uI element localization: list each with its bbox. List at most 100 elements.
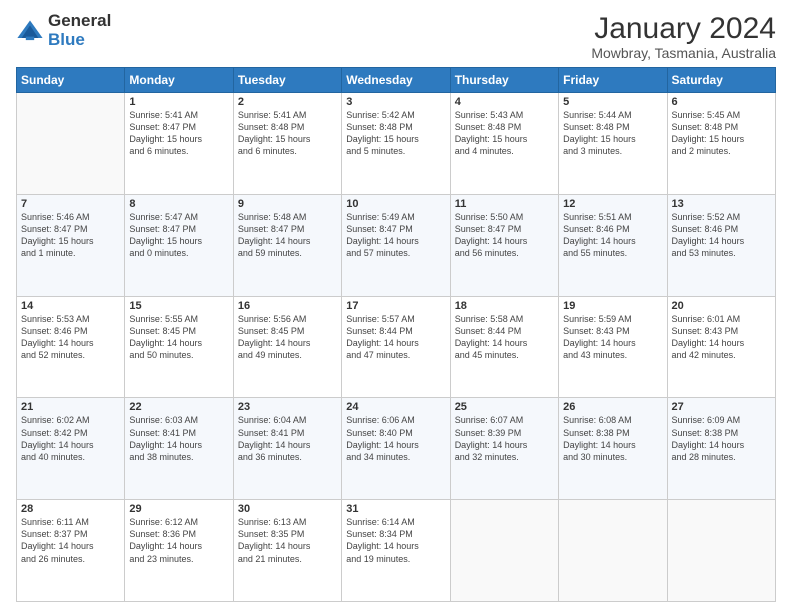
day-info: Sunrise: 5:52 AM Sunset: 8:46 PM Dayligh… bbox=[672, 211, 771, 260]
day-info: Sunrise: 6:13 AM Sunset: 8:35 PM Dayligh… bbox=[238, 516, 337, 565]
calendar-cell: 20Sunrise: 6:01 AM Sunset: 8:43 PM Dayli… bbox=[667, 296, 775, 398]
day-info: Sunrise: 6:07 AM Sunset: 8:39 PM Dayligh… bbox=[455, 414, 554, 463]
day-number: 18 bbox=[455, 300, 554, 312]
day-number: 11 bbox=[455, 198, 554, 210]
calendar-cell: 5Sunrise: 5:44 AM Sunset: 8:48 PM Daylig… bbox=[559, 93, 667, 195]
calendar-week-row: 7Sunrise: 5:46 AM Sunset: 8:47 PM Daylig… bbox=[17, 194, 776, 296]
day-info: Sunrise: 6:14 AM Sunset: 8:34 PM Dayligh… bbox=[346, 516, 445, 565]
calendar-cell: 28Sunrise: 6:11 AM Sunset: 8:37 PM Dayli… bbox=[17, 500, 125, 602]
day-number: 17 bbox=[346, 300, 445, 312]
calendar-cell: 24Sunrise: 6:06 AM Sunset: 8:40 PM Dayli… bbox=[342, 398, 450, 500]
day-number: 31 bbox=[346, 503, 445, 515]
day-number: 24 bbox=[346, 401, 445, 413]
day-info: Sunrise: 5:41 AM Sunset: 8:47 PM Dayligh… bbox=[129, 109, 228, 158]
day-number: 30 bbox=[238, 503, 337, 515]
day-info: Sunrise: 6:04 AM Sunset: 8:41 PM Dayligh… bbox=[238, 414, 337, 463]
header: General Blue January 2024 Mowbray, Tasma… bbox=[16, 12, 776, 61]
day-number: 3 bbox=[346, 96, 445, 108]
logo: General Blue bbox=[16, 12, 111, 49]
calendar-cell: 30Sunrise: 6:13 AM Sunset: 8:35 PM Dayli… bbox=[233, 500, 341, 602]
calendar-week-row: 28Sunrise: 6:11 AM Sunset: 8:37 PM Dayli… bbox=[17, 500, 776, 602]
day-info: Sunrise: 5:43 AM Sunset: 8:48 PM Dayligh… bbox=[455, 109, 554, 158]
calendar-header-row: Sunday Monday Tuesday Wednesday Thursday… bbox=[17, 68, 776, 93]
calendar-cell: 7Sunrise: 5:46 AM Sunset: 8:47 PM Daylig… bbox=[17, 194, 125, 296]
day-info: Sunrise: 5:57 AM Sunset: 8:44 PM Dayligh… bbox=[346, 313, 445, 362]
calendar-cell: 13Sunrise: 5:52 AM Sunset: 8:46 PM Dayli… bbox=[667, 194, 775, 296]
col-saturday: Saturday bbox=[667, 68, 775, 93]
calendar-cell: 27Sunrise: 6:09 AM Sunset: 8:38 PM Dayli… bbox=[667, 398, 775, 500]
calendar-cell: 2Sunrise: 5:41 AM Sunset: 8:48 PM Daylig… bbox=[233, 93, 341, 195]
day-number: 2 bbox=[238, 96, 337, 108]
day-number: 20 bbox=[672, 300, 771, 312]
day-info: Sunrise: 5:45 AM Sunset: 8:48 PM Dayligh… bbox=[672, 109, 771, 158]
day-info: Sunrise: 6:06 AM Sunset: 8:40 PM Dayligh… bbox=[346, 414, 445, 463]
logo-general: General bbox=[48, 12, 111, 31]
col-sunday: Sunday bbox=[17, 68, 125, 93]
calendar-cell: 26Sunrise: 6:08 AM Sunset: 8:38 PM Dayli… bbox=[559, 398, 667, 500]
calendar-cell: 11Sunrise: 5:50 AM Sunset: 8:47 PM Dayli… bbox=[450, 194, 558, 296]
day-info: Sunrise: 5:48 AM Sunset: 8:47 PM Dayligh… bbox=[238, 211, 337, 260]
calendar-cell bbox=[450, 500, 558, 602]
day-number: 10 bbox=[346, 198, 445, 210]
calendar-cell: 25Sunrise: 6:07 AM Sunset: 8:39 PM Dayli… bbox=[450, 398, 558, 500]
logo-text: General Blue bbox=[48, 12, 111, 49]
day-info: Sunrise: 6:08 AM Sunset: 8:38 PM Dayligh… bbox=[563, 414, 662, 463]
day-number: 28 bbox=[21, 503, 120, 515]
calendar-cell: 8Sunrise: 5:47 AM Sunset: 8:47 PM Daylig… bbox=[125, 194, 233, 296]
day-number: 4 bbox=[455, 96, 554, 108]
day-number: 13 bbox=[672, 198, 771, 210]
calendar-cell: 16Sunrise: 5:56 AM Sunset: 8:45 PM Dayli… bbox=[233, 296, 341, 398]
logo-blue: Blue bbox=[48, 31, 111, 50]
calendar-cell: 19Sunrise: 5:59 AM Sunset: 8:43 PM Dayli… bbox=[559, 296, 667, 398]
day-number: 7 bbox=[21, 198, 120, 210]
day-info: Sunrise: 5:58 AM Sunset: 8:44 PM Dayligh… bbox=[455, 313, 554, 362]
calendar-cell bbox=[17, 93, 125, 195]
calendar-cell bbox=[667, 500, 775, 602]
calendar-week-row: 14Sunrise: 5:53 AM Sunset: 8:46 PM Dayli… bbox=[17, 296, 776, 398]
calendar-cell: 10Sunrise: 5:49 AM Sunset: 8:47 PM Dayli… bbox=[342, 194, 450, 296]
calendar-cell: 18Sunrise: 5:58 AM Sunset: 8:44 PM Dayli… bbox=[450, 296, 558, 398]
day-info: Sunrise: 5:41 AM Sunset: 8:48 PM Dayligh… bbox=[238, 109, 337, 158]
day-info: Sunrise: 5:46 AM Sunset: 8:47 PM Dayligh… bbox=[21, 211, 120, 260]
day-number: 27 bbox=[672, 401, 771, 413]
subtitle: Mowbray, Tasmania, Australia bbox=[591, 45, 776, 61]
calendar-cell: 14Sunrise: 5:53 AM Sunset: 8:46 PM Dayli… bbox=[17, 296, 125, 398]
calendar-week-row: 21Sunrise: 6:02 AM Sunset: 8:42 PM Dayli… bbox=[17, 398, 776, 500]
day-number: 22 bbox=[129, 401, 228, 413]
day-number: 12 bbox=[563, 198, 662, 210]
day-info: Sunrise: 6:03 AM Sunset: 8:41 PM Dayligh… bbox=[129, 414, 228, 463]
page: General Blue January 2024 Mowbray, Tasma… bbox=[0, 0, 792, 612]
col-friday: Friday bbox=[559, 68, 667, 93]
calendar-cell: 9Sunrise: 5:48 AM Sunset: 8:47 PM Daylig… bbox=[233, 194, 341, 296]
calendar-cell: 23Sunrise: 6:04 AM Sunset: 8:41 PM Dayli… bbox=[233, 398, 341, 500]
day-info: Sunrise: 6:02 AM Sunset: 8:42 PM Dayligh… bbox=[21, 414, 120, 463]
calendar-cell: 17Sunrise: 5:57 AM Sunset: 8:44 PM Dayli… bbox=[342, 296, 450, 398]
calendar-cell: 31Sunrise: 6:14 AM Sunset: 8:34 PM Dayli… bbox=[342, 500, 450, 602]
day-info: Sunrise: 6:12 AM Sunset: 8:36 PM Dayligh… bbox=[129, 516, 228, 565]
day-number: 1 bbox=[129, 96, 228, 108]
day-info: Sunrise: 5:51 AM Sunset: 8:46 PM Dayligh… bbox=[563, 211, 662, 260]
day-number: 8 bbox=[129, 198, 228, 210]
col-monday: Monday bbox=[125, 68, 233, 93]
day-info: Sunrise: 5:44 AM Sunset: 8:48 PM Dayligh… bbox=[563, 109, 662, 158]
calendar-cell: 12Sunrise: 5:51 AM Sunset: 8:46 PM Dayli… bbox=[559, 194, 667, 296]
title-block: January 2024 Mowbray, Tasmania, Australi… bbox=[591, 12, 776, 61]
day-info: Sunrise: 6:09 AM Sunset: 8:38 PM Dayligh… bbox=[672, 414, 771, 463]
day-number: 15 bbox=[129, 300, 228, 312]
day-number: 19 bbox=[563, 300, 662, 312]
calendar-table: Sunday Monday Tuesday Wednesday Thursday… bbox=[16, 67, 776, 602]
calendar-cell: 1Sunrise: 5:41 AM Sunset: 8:47 PM Daylig… bbox=[125, 93, 233, 195]
col-thursday: Thursday bbox=[450, 68, 558, 93]
calendar-cell: 4Sunrise: 5:43 AM Sunset: 8:48 PM Daylig… bbox=[450, 93, 558, 195]
day-info: Sunrise: 5:53 AM Sunset: 8:46 PM Dayligh… bbox=[21, 313, 120, 362]
day-number: 29 bbox=[129, 503, 228, 515]
main-title: January 2024 bbox=[591, 12, 776, 45]
col-tuesday: Tuesday bbox=[233, 68, 341, 93]
day-info: Sunrise: 5:56 AM Sunset: 8:45 PM Dayligh… bbox=[238, 313, 337, 362]
calendar-cell bbox=[559, 500, 667, 602]
day-number: 9 bbox=[238, 198, 337, 210]
day-info: Sunrise: 5:49 AM Sunset: 8:47 PM Dayligh… bbox=[346, 211, 445, 260]
day-info: Sunrise: 6:11 AM Sunset: 8:37 PM Dayligh… bbox=[21, 516, 120, 565]
day-number: 21 bbox=[21, 401, 120, 413]
day-number: 16 bbox=[238, 300, 337, 312]
